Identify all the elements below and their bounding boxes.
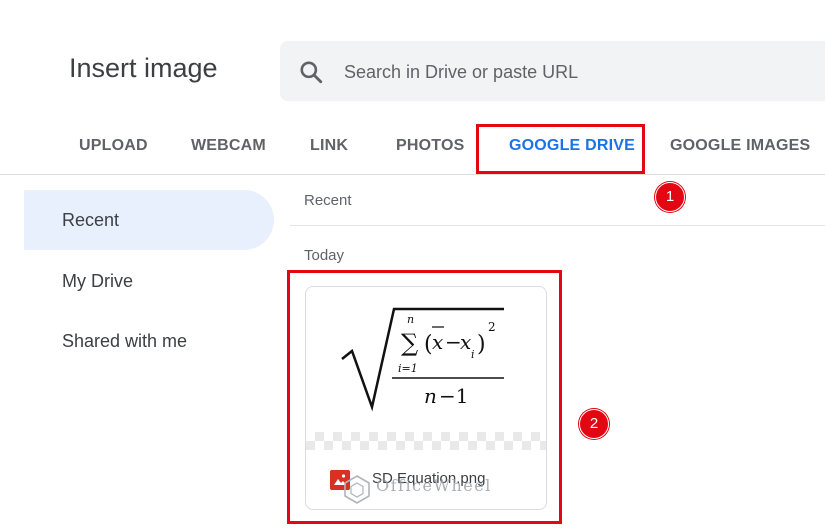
tab-webcam[interactable]: WEBCAM bbox=[191, 137, 266, 155]
sidebar-item-label: Recent bbox=[62, 210, 120, 230]
tab-google-drive[interactable]: GOOGLE DRIVE bbox=[509, 137, 635, 155]
tabs-divider bbox=[0, 174, 825, 175]
svg-text:2: 2 bbox=[488, 320, 496, 334]
sidebar-item-shared-with-me[interactable]: Shared with me bbox=[24, 311, 274, 371]
tab-upload[interactable]: UPLOAD bbox=[79, 137, 148, 155]
file-thumbnail: n ∑ i=1 ( x − x i ) 2 n −1 bbox=[341, 307, 504, 412]
svg-text:x: x bbox=[460, 330, 471, 354]
step-badge-2: 2 bbox=[579, 409, 609, 439]
sidebar-item-recent[interactable]: Recent bbox=[24, 190, 274, 250]
svg-text:−1: −1 bbox=[439, 384, 468, 408]
search-input[interactable] bbox=[342, 53, 786, 91]
search-icon[interactable] bbox=[298, 59, 324, 85]
tab-link[interactable]: LINK bbox=[310, 137, 348, 155]
svg-text:i: i bbox=[471, 348, 475, 361]
sidebar-item-my-drive[interactable]: My Drive bbox=[24, 251, 274, 311]
section-divider bbox=[290, 225, 825, 226]
tab-google-images[interactable]: GOOGLE IMAGES bbox=[670, 137, 810, 155]
page-title: Insert image bbox=[69, 53, 218, 83]
svg-text:x: x bbox=[432, 330, 443, 354]
section-header-recent: Recent bbox=[304, 192, 352, 209]
svg-text:i=1: i=1 bbox=[398, 362, 418, 375]
svg-text:): ) bbox=[477, 332, 486, 357]
svg-text:n: n bbox=[407, 313, 414, 326]
svg-text:n: n bbox=[424, 384, 437, 408]
group-label-today: Today bbox=[304, 247, 345, 264]
sidebar-item-label: My Drive bbox=[62, 271, 133, 291]
transparency-checker bbox=[306, 432, 546, 450]
step-badge-1: 1 bbox=[655, 182, 685, 212]
search-bar[interactable] bbox=[280, 41, 825, 101]
sidebar-item-label: Shared with me bbox=[62, 331, 188, 351]
watermark-logo-icon bbox=[344, 475, 370, 504]
tab-photos[interactable]: PHOTOS bbox=[396, 137, 464, 155]
svg-text:∑: ∑ bbox=[401, 329, 418, 357]
watermark-text: OfficeWheel bbox=[376, 476, 492, 495]
